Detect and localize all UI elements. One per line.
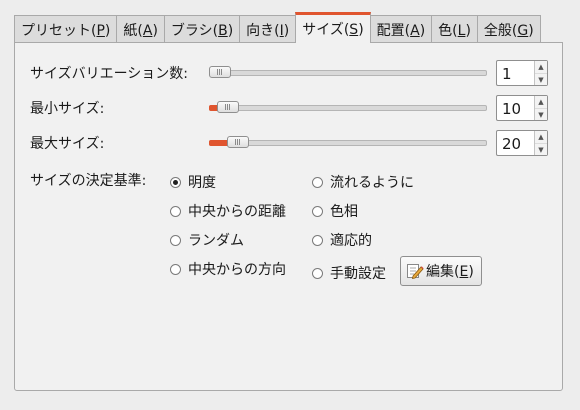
size-settings-panel: サイズバリエーション数: 1 ▲ ▼ 最小サイズ: 10 ▲ ▼ 最大サイズ: … bbox=[14, 42, 563, 391]
tab-paper-label: 紙(A) bbox=[123, 22, 158, 39]
radio-brightness-label: 明度 bbox=[188, 175, 216, 191]
tab-presets[interactable]: プリセット(P) bbox=[14, 15, 118, 43]
tab-presets-label: プリセット(P) bbox=[21, 22, 111, 39]
spin-down-icon[interactable]: ▼ bbox=[535, 74, 547, 86]
spin-arrows: ▲ ▼ bbox=[534, 61, 547, 85]
radio-distance-label: 中央からの距離 bbox=[188, 204, 286, 220]
max-size-spinbox[interactable]: 20 ▲ ▼ bbox=[496, 130, 548, 156]
spin-arrows: ▲ ▼ bbox=[534, 131, 547, 155]
size-basis-label: サイズの決定基準: bbox=[30, 173, 147, 189]
size-variation-value: 1 bbox=[502, 65, 512, 83]
radio-brightness[interactable]: 明度 bbox=[170, 172, 216, 192]
tab-bar: プリセット(P) 紙(A) ブラシ(B) 向き(I) サイズ(S) 配置(A) … bbox=[14, 12, 541, 43]
radio-circle[interactable] bbox=[312, 234, 323, 246]
radio-flow-label: 流れるように bbox=[330, 175, 414, 191]
min-size-label: 最小サイズ: bbox=[30, 101, 105, 117]
radio-circle[interactable] bbox=[312, 205, 323, 217]
radio-circle[interactable] bbox=[312, 176, 323, 188]
radio-random-label: ランダム bbox=[188, 233, 244, 249]
slider-handle[interactable] bbox=[216, 101, 239, 113]
max-size-slider[interactable] bbox=[209, 135, 487, 151]
slider-trough bbox=[209, 140, 487, 146]
slider-handle[interactable] bbox=[209, 66, 231, 78]
max-size-label: 最大サイズ: bbox=[30, 136, 105, 152]
radio-direction[interactable]: 中央からの方向 bbox=[170, 259, 286, 279]
radio-hue[interactable]: 色相 bbox=[312, 201, 358, 221]
radio-circle[interactable] bbox=[312, 267, 323, 279]
radio-circle[interactable] bbox=[170, 234, 181, 246]
min-size-spinbox[interactable]: 10 ▲ ▼ bbox=[496, 95, 548, 121]
size-variation-label: サイズバリエーション数: bbox=[30, 66, 189, 82]
min-size-slider[interactable] bbox=[209, 100, 487, 116]
spin-up-icon[interactable]: ▲ bbox=[535, 96, 547, 109]
radio-manual-label: 手動設定 bbox=[330, 266, 386, 282]
spin-arrows: ▲ ▼ bbox=[534, 96, 547, 120]
radio-manual[interactable]: 手動設定 bbox=[312, 263, 386, 283]
tab-general-label: 全般(G) bbox=[483, 22, 534, 39]
tab-paper[interactable]: 紙(A) bbox=[116, 15, 165, 43]
radio-flow[interactable]: 流れるように bbox=[312, 172, 414, 192]
radio-circle[interactable] bbox=[170, 263, 181, 275]
spin-down-icon[interactable]: ▼ bbox=[535, 144, 547, 156]
edit-button[interactable]: 編集(E) bbox=[400, 256, 482, 286]
radio-direction-label: 中央からの方向 bbox=[188, 262, 286, 278]
max-size-value: 20 bbox=[502, 135, 522, 153]
tab-general[interactable]: 全般(G) bbox=[476, 15, 541, 43]
radio-random[interactable]: ランダム bbox=[170, 230, 244, 250]
edit-button-label: 編集(E) bbox=[426, 264, 474, 280]
radio-adaptive[interactable]: 適応的 bbox=[312, 230, 372, 250]
spin-up-icon[interactable]: ▲ bbox=[535, 131, 547, 144]
tab-orientation-label: 向き(I) bbox=[246, 22, 290, 39]
radio-distance[interactable]: 中央からの距離 bbox=[170, 201, 286, 221]
min-size-value: 10 bbox=[502, 100, 522, 118]
tab-orientation[interactable]: 向き(I) bbox=[239, 15, 297, 43]
tab-placement-label: 配置(A) bbox=[376, 22, 426, 39]
spin-down-icon[interactable]: ▼ bbox=[535, 109, 547, 121]
radio-hue-label: 色相 bbox=[330, 204, 358, 220]
edit-pencil-icon bbox=[407, 264, 424, 280]
tab-color-label: 色(L) bbox=[438, 22, 471, 39]
radio-adaptive-label: 適応的 bbox=[330, 233, 372, 249]
slider-trough bbox=[209, 105, 487, 111]
tab-brush[interactable]: ブラシ(B) bbox=[163, 15, 241, 43]
size-variation-slider[interactable] bbox=[209, 65, 487, 81]
slider-trough bbox=[209, 70, 487, 76]
size-variation-spinbox[interactable]: 1 ▲ ▼ bbox=[496, 60, 548, 86]
spin-up-icon[interactable]: ▲ bbox=[535, 61, 547, 74]
tab-brush-label: ブラシ(B) bbox=[170, 22, 234, 39]
tab-size[interactable]: サイズ(S) bbox=[295, 12, 371, 43]
radio-circle[interactable] bbox=[170, 176, 181, 188]
tab-placement[interactable]: 配置(A) bbox=[369, 15, 433, 43]
radio-circle[interactable] bbox=[170, 205, 181, 217]
tab-color[interactable]: 色(L) bbox=[431, 15, 478, 43]
slider-handle[interactable] bbox=[226, 136, 249, 148]
tab-size-label: サイズ(S) bbox=[302, 22, 364, 38]
